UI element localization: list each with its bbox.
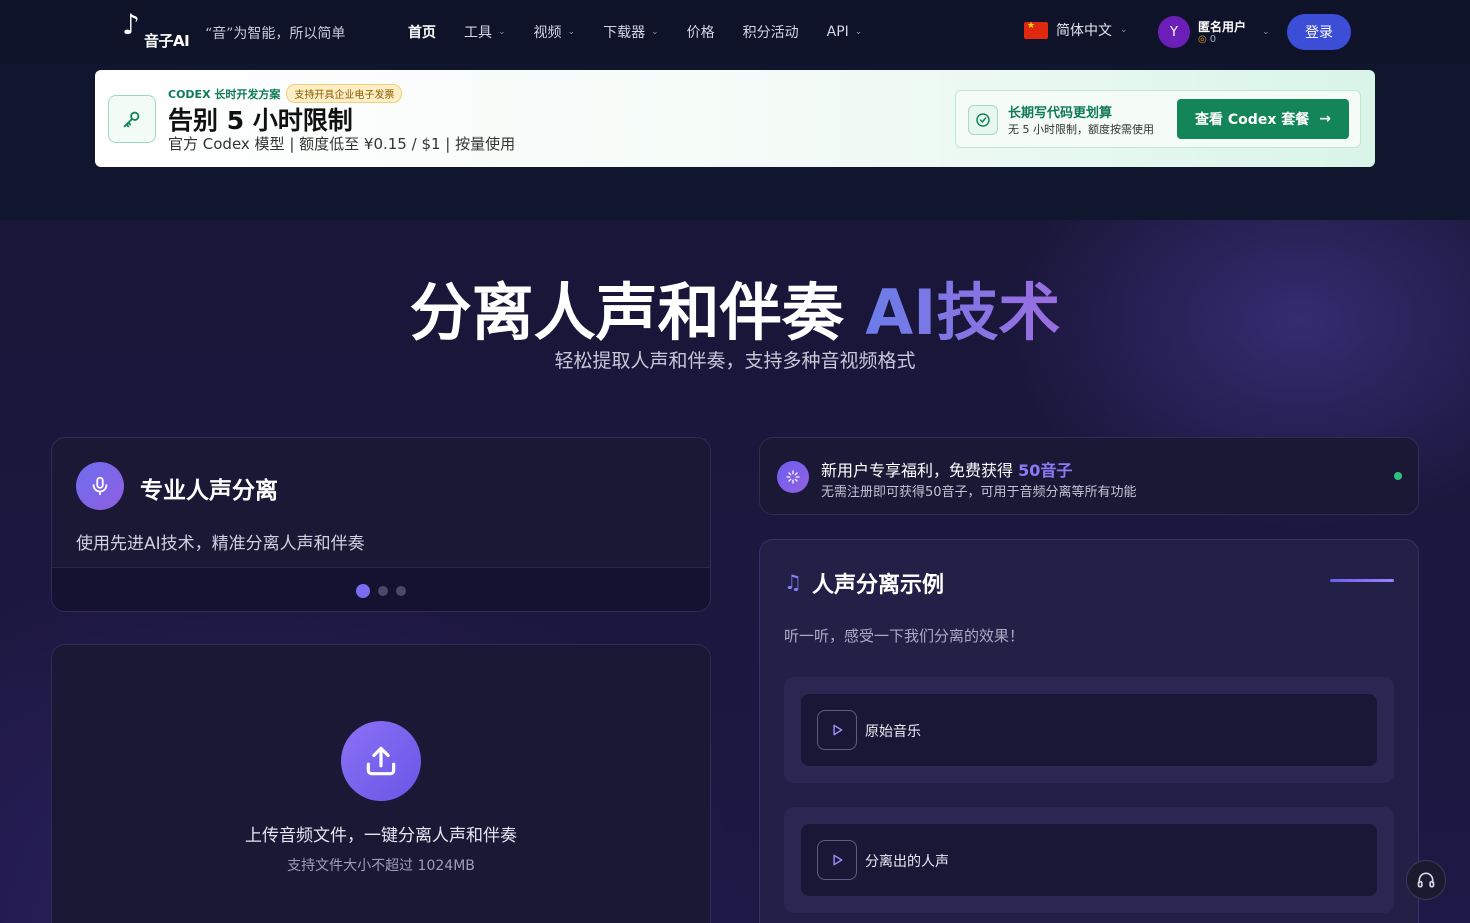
upload-title: 上传音频文件，一键分离人声和伴奏 [245,826,517,846]
user-menu[interactable]: Y 匿名用户 ◎ 0 ⌄ [1158,16,1270,48]
demo-title: 人声分离示例 [812,573,945,598]
view-codex-plans-button[interactable]: 查看 Codex 套餐 → [1177,99,1349,139]
play-button[interactable] [817,840,857,880]
user-name: 匿名用户 [1198,19,1247,34]
title-accent: AI技术 [865,276,1061,349]
audio-player: 分离出的人声 [801,824,1377,896]
sparkle-icon [777,461,809,493]
demo-description: 听一听，感受一下我们分离的效果！ [784,627,1025,645]
chevron-down-icon: ⌄ [1120,25,1128,35]
title-underline [1330,579,1394,582]
carousel-dots [52,567,710,611]
promo-highlight: 50音子 [1018,461,1073,480]
title-main: 分离人声和伴奏 [409,276,866,349]
nav-item-tools[interactable]: 工具 ⌄ [464,22,506,42]
track-card: 原始音乐 [784,677,1394,783]
banner-right-subtitle: 无 5 小时限制，额度按需使用 [1008,123,1154,136]
promo-title-text: 新用户专享福利，免费获得 [821,461,1019,480]
carousel-dot-2[interactable] [378,585,388,596]
page-title: 分离人声和伴奏 AI技术 [0,262,1470,352]
upload-size-hint: 支持文件大小不超过 1024MB [287,858,475,874]
china-flag-icon [1024,21,1048,39]
track-label: 分离出的人声 [865,854,949,870]
banner-cta-panel: 长期写代码更划算 无 5 小时限制，额度按需使用 查看 Codex 套餐 → [955,90,1361,148]
carousel-dot-1[interactable] [356,583,370,598]
nav-item-points[interactable]: 积分活动 [743,22,799,42]
user-info: 匿名用户 ◎ 0 [1198,20,1246,45]
new-user-promo: 新用户专享福利，免费获得 50音子 无需注册即可获得50音子，可用于音频分离等所… [759,437,1419,515]
arrow-right-icon: → [1319,111,1331,127]
banner-subtitle: 官方 Codex 模型 | 额度低至 ¥0.15 / $1 | 按量使用 [168,135,516,153]
nav-item-label: 积分活动 [742,25,799,41]
points-value: 0 [1209,33,1217,45]
feature-title: 专业人声分离 [140,478,278,504]
brand-name: 音子AI [144,32,190,50]
brand-slogan: “音”为智能，所以简单 [205,26,346,42]
chevron-down-icon: ⌄ [567,27,576,37]
play-icon [833,724,843,736]
promo-subtitle: 无需注册即可获得50音子，可用于音频分离等所有功能 [821,485,1137,500]
nav-item-pricing[interactable]: 价格 [687,22,715,42]
separation-demo: ♫ 人声分离示例 听一听，感受一下我们分离的效果！ 原始音乐 分离出的人声 [759,539,1419,923]
logo-mark-icon: ♪ [122,8,140,41]
top-navbar: ♪ 音子AI “音”为智能，所以简单 首页 工具 ⌄ 视频 ⌄ 下载器 ⌄ 价格… [0,0,1470,64]
feature-description: 使用先进AI技术，精准分离人声和伴奏 [76,534,365,554]
track-card: 分离出的人声 [784,807,1394,913]
nav-item-label: 下载器 [603,25,646,41]
banner-tag-label: CODEX 长时开发方案 [168,87,281,101]
upload-dropzone[interactable]: 上传音频文件，一键分离人声和伴奏 支持文件大小不超过 1024MB [51,644,711,923]
music-note-icon: ♫ [784,570,802,594]
chevron-down-icon: ⌄ [1262,27,1270,37]
track-label: 原始音乐 [865,724,921,740]
nav-item-label: 工具 [464,25,492,41]
promo-title: 新用户专享福利，免费获得 50音子 [821,457,1072,481]
headphones-icon[interactable] [1406,860,1446,900]
brand-logo[interactable]: ♪ 音子AI [118,8,198,54]
nav-item-label: 首页 [408,25,436,41]
key-icon [108,95,156,143]
upload-icon[interactable] [341,721,421,801]
chevron-down-icon: ⌄ [854,27,863,37]
check-circle-icon [968,105,998,135]
nav-item-label: API [826,24,849,40]
nav-item-label: 视频 [533,25,562,41]
user-points: ◎ 0 [1198,34,1246,45]
status-dot [1394,472,1402,480]
banner-right-title: 长期写代码更划算 [1008,106,1113,121]
codex-promo-banner: CODEX 长时开发方案 支持开具企业电子发票 告别 5 小时限制 官方 Cod… [95,70,1375,167]
language-label: 简体中文 [1056,23,1112,39]
nav-item-home[interactable]: 首页 [408,22,436,42]
chevron-down-icon: ⌄ [651,27,659,37]
page-subtitle: 轻松提取人声和伴奏，支持多种音视频格式 [554,350,916,372]
nav-item-video[interactable]: 视频 ⌄ [534,22,576,42]
main-menu: 首页 工具 ⌄ 视频 ⌄ 下载器 ⌄ 价格 积分活动 API ⌄ [408,0,862,64]
carousel-dot-3[interactable] [396,585,406,596]
language-selector[interactable]: 简体中文 ⌄ [1024,20,1128,40]
audio-player: 原始音乐 [801,694,1377,766]
feature-carousel: 专业人声分离 使用先进AI技术，精准分离人声和伴奏 [51,437,711,612]
nav-item-label: 价格 [686,25,715,41]
banner-title: 告别 5 小时限制 [168,106,353,135]
nav-item-api[interactable]: API ⌄ [827,24,863,40]
coin-icon: ◎ [1198,33,1207,45]
play-icon [833,854,843,866]
nav-item-downloader[interactable]: 下载器 ⌄ [603,22,659,42]
codex-button-label: 查看 Codex 套餐 [1195,112,1310,128]
login-button[interactable]: 登录 [1287,14,1351,50]
microphone-icon [76,462,124,510]
play-button[interactable] [817,710,857,750]
chevron-down-icon: ⌄ [498,27,506,37]
avatar: Y [1158,16,1190,48]
